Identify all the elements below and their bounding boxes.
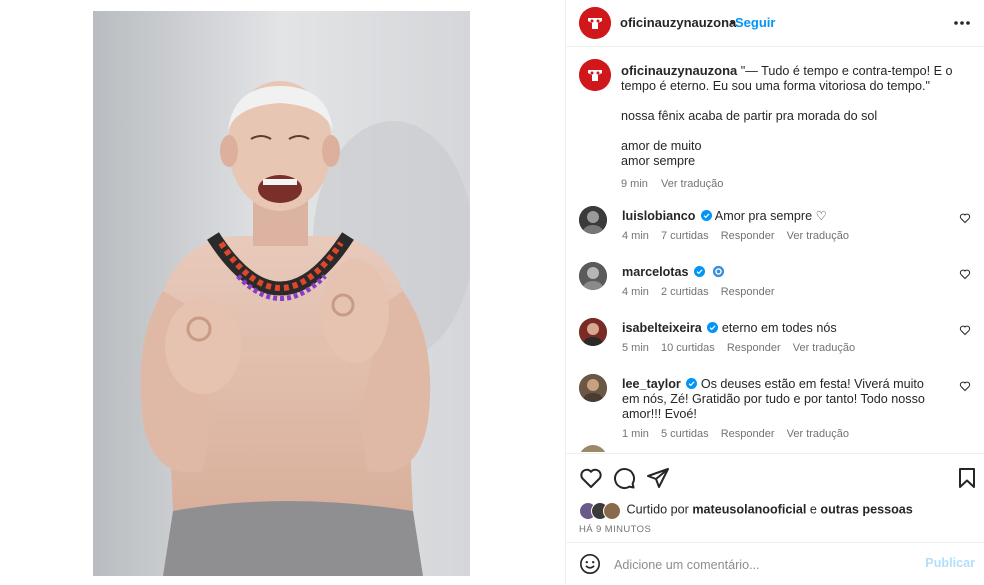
comment-likes[interactable]: 10 curtidas — [661, 342, 715, 354]
more-horizontal-icon[interactable] — [952, 13, 972, 33]
comment-time: 4 min — [622, 230, 649, 242]
post-photo-image — [93, 11, 470, 576]
liked-by-prefix: Curtido por — [626, 502, 689, 517]
caption-line-2: nossa fênix acaba de partir pra morada d… — [621, 109, 878, 123]
add-comment-bar: Publicar — [566, 542, 984, 585]
caption-line-4: amor sempre — [621, 154, 696, 168]
comment-likes[interactable]: 7 curtidas — [661, 230, 709, 242]
brand-logo-icon — [579, 7, 611, 39]
caption-translate-link[interactable]: Ver tradução — [661, 178, 723, 190]
emoji-icon[interactable] — [579, 553, 601, 575]
blue-circle-emoji-icon — [712, 265, 724, 278]
author-username[interactable]: oficinauzynauzona — [620, 15, 736, 30]
share-icon[interactable] — [646, 466, 670, 490]
comment-time: 5 min — [622, 342, 649, 354]
caption-line-3: amor de muito — [621, 139, 702, 153]
commenter-username[interactable]: luislobianco — [622, 209, 695, 223]
comment-like-heart-icon[interactable] — [959, 268, 971, 280]
brand-logo-icon — [579, 59, 611, 91]
commenter-username[interactable]: marcelotas — [622, 265, 689, 279]
comment-likes[interactable]: 2 curtidas — [661, 286, 709, 298]
comment-likes[interactable]: 5 curtidas — [661, 428, 709, 440]
commenter-avatar[interactable] — [579, 374, 607, 402]
liked-by-and: e — [809, 502, 817, 517]
reply-button[interactable]: Responder — [727, 342, 781, 354]
comment-text: eterno em todes nós — [721, 321, 837, 335]
commenter-avatar[interactable] — [579, 262, 607, 290]
caption-meta: 9 min Ver tradução — [621, 177, 971, 192]
caption-text: oficinauzynauzona "— Tudo é tempo e cont… — [621, 63, 971, 192]
post-timestamp[interactable]: HÁ 9 MINUTOS — [579, 524, 651, 535]
commenter-avatar[interactable] — [579, 318, 607, 346]
heart-icon[interactable] — [579, 466, 603, 490]
liked-by-others-link[interactable]: outras pessoas — [820, 502, 912, 516]
comment-meta: 4 min 2 curtidas Responder — [622, 285, 927, 300]
post-details-panel: oficinauzynauzona • Seguir oficinauzynau… — [565, 0, 984, 584]
verified-badge-icon — [686, 378, 698, 389]
author-avatar[interactable] — [579, 7, 611, 39]
caption-username[interactable]: oficinauzynauzona — [621, 63, 737, 78]
caption-author-avatar[interactable] — [579, 59, 611, 91]
comment-icon[interactable] — [612, 466, 636, 490]
header-separator: • — [730, 15, 735, 30]
commenter-username[interactable]: isabelteixeira — [622, 321, 702, 335]
translate-link[interactable]: Ver tradução — [793, 342, 855, 354]
publish-button[interactable]: Publicar — [925, 556, 975, 570]
commenter-avatar[interactable] — [579, 206, 607, 234]
verified-badge-icon — [707, 322, 719, 333]
caption-time: 9 min — [621, 178, 648, 190]
liked-by-user[interactable]: mateusolanooficial — [692, 502, 806, 516]
verified-badge-icon — [700, 210, 712, 221]
reply-button[interactable]: Responder — [721, 428, 775, 440]
comment-meta: 4 min 7 curtidas Responder Ver tradução — [622, 229, 927, 244]
commenter-username[interactable]: lee_taylor — [622, 377, 681, 391]
comment-time: 1 min — [622, 428, 649, 440]
commenter-avatar[interactable] — [579, 445, 607, 452]
comment-like-heart-icon[interactable] — [959, 212, 971, 224]
verified-badge-icon — [694, 266, 706, 277]
post-actions-bar: Curtido por mateusolanooficial e outras … — [566, 453, 984, 535]
comment-meta: 1 min 5 curtidas Responder Ver tradução — [622, 427, 927, 442]
comment-time: 4 min — [622, 286, 649, 298]
post-media-area — [0, 0, 565, 584]
post-header: oficinauzynauzona • Seguir — [566, 0, 984, 47]
reply-button[interactable]: Responder — [721, 230, 775, 242]
translate-link[interactable]: Ver tradução — [787, 428, 849, 440]
comments-list[interactable]: oficinauzynauzona "— Tudo é tempo e cont… — [566, 47, 984, 452]
liked-by-avatars[interactable] — [579, 502, 623, 520]
follow-button[interactable]: Seguir — [735, 15, 775, 30]
comment-text: Amor pra sempre ♡ — [714, 209, 827, 223]
comment-input[interactable] — [612, 554, 926, 576]
comment-meta: 5 min 10 curtidas Responder Ver tradução — [622, 341, 927, 356]
comment-like-heart-icon[interactable] — [959, 324, 971, 336]
post-photo[interactable] — [93, 11, 470, 576]
reply-button[interactable]: Responder — [721, 286, 775, 298]
comment-like-heart-icon[interactable] — [959, 380, 971, 392]
translate-link[interactable]: Ver tradução — [787, 230, 849, 242]
liked-by-summary: Curtido por mateusolanooficial e outras … — [579, 502, 913, 520]
bookmark-icon[interactable] — [955, 466, 979, 490]
